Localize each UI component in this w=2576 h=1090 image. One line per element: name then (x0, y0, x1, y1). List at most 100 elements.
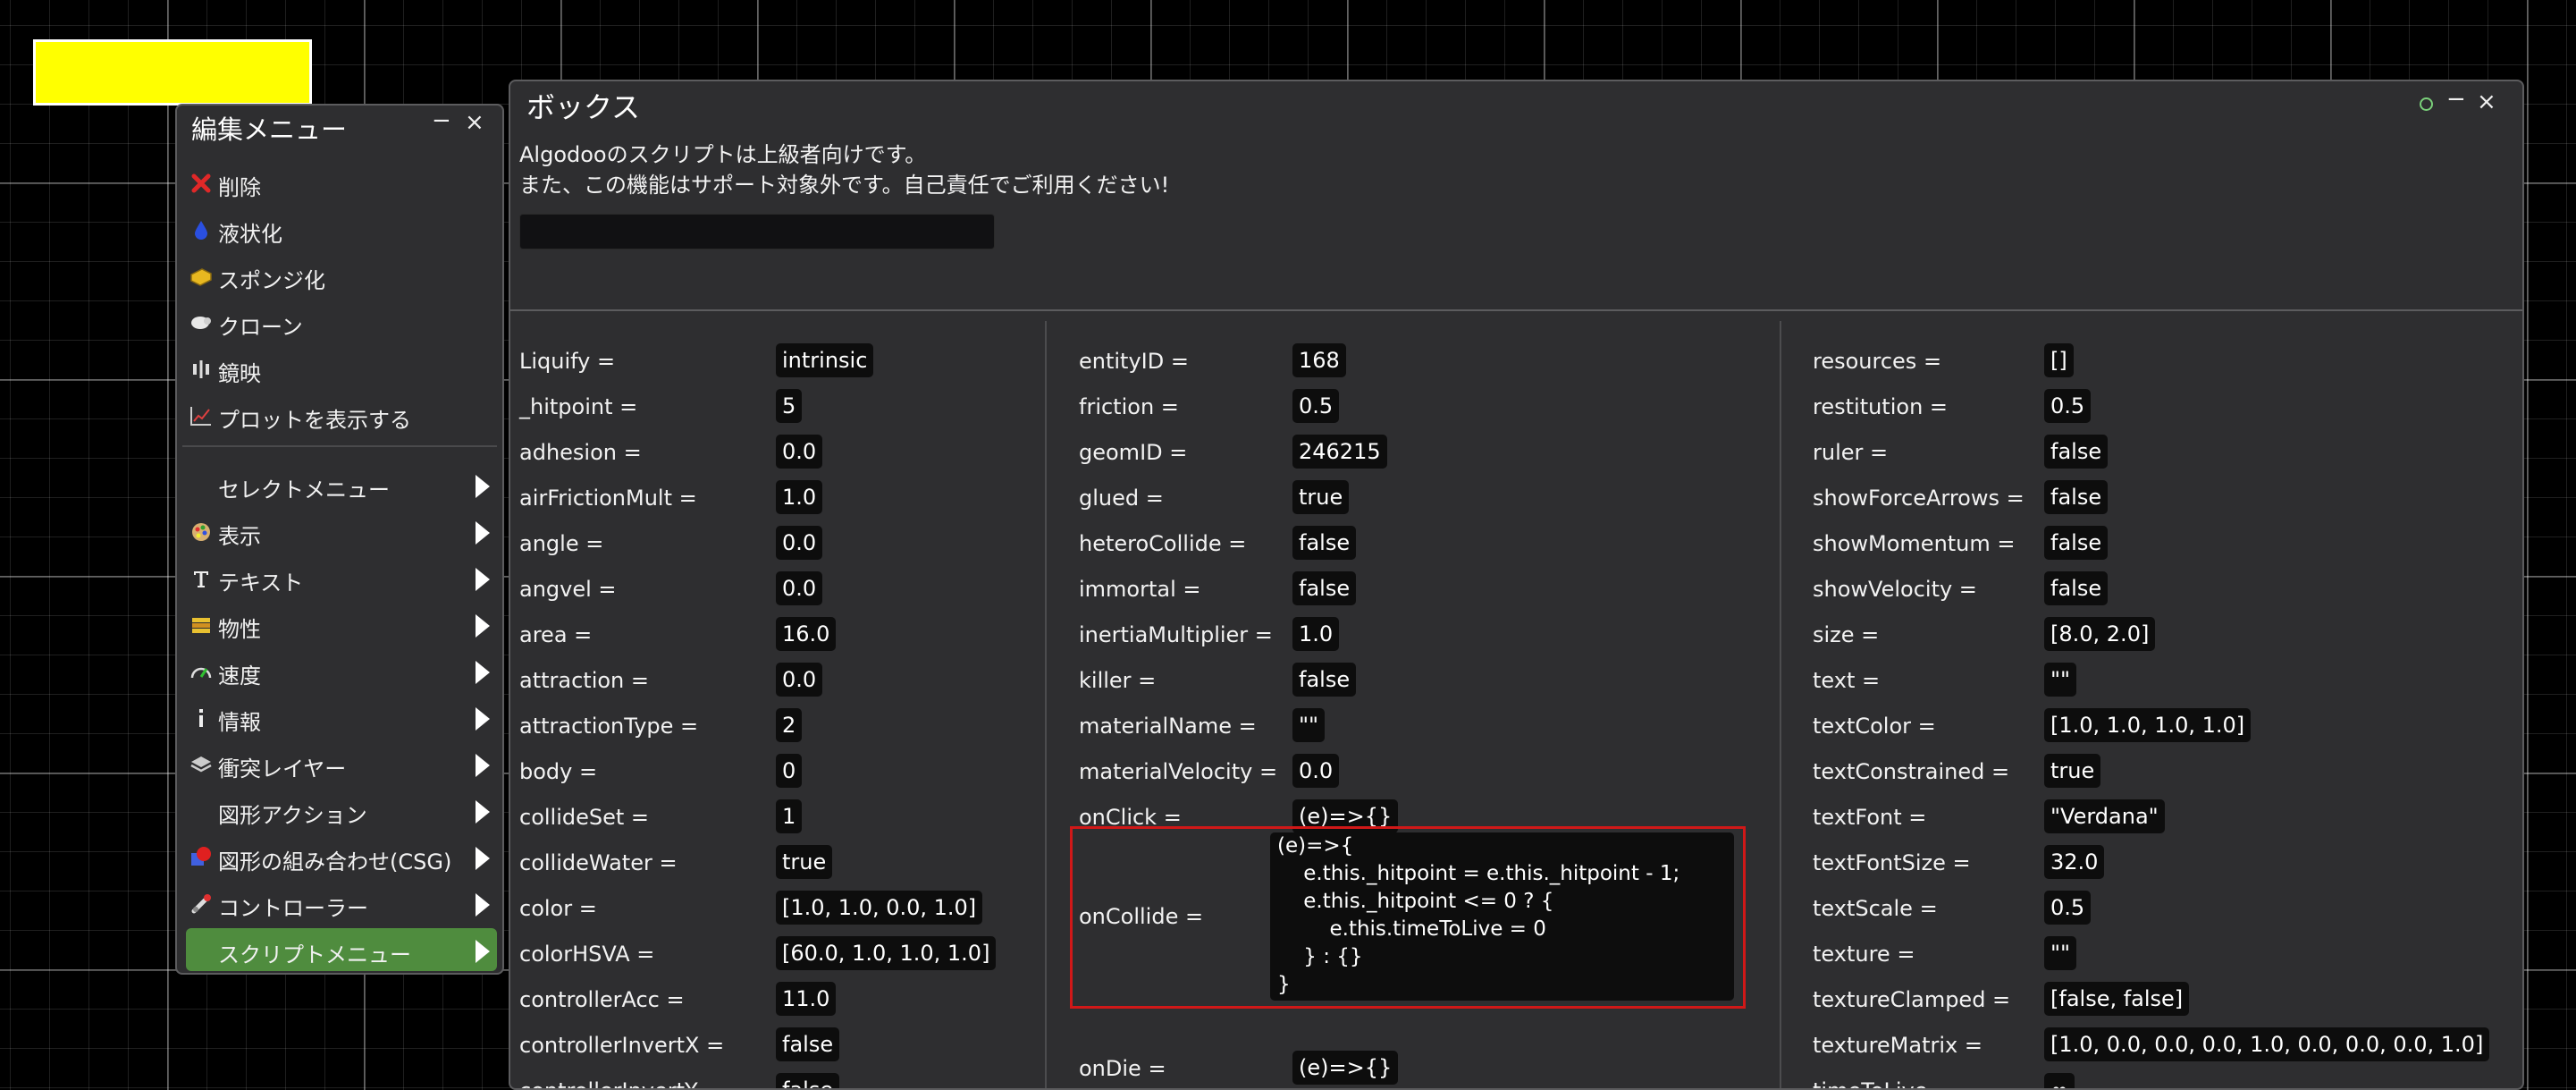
property-label: showForceArrows = (1813, 486, 2025, 511)
menu-item-label: 液状化 (218, 222, 282, 247)
property-value-field[interactable]: [8.0, 2.0] (2044, 617, 2156, 651)
property-value-field[interactable]: [1.0, 1.0, 0.0, 1.0] (776, 891, 983, 925)
menu-item-label: プロットを表示する (218, 408, 411, 433)
property-value-field[interactable]: "" (1292, 708, 1326, 742)
property-value-field[interactable]: "" (2044, 936, 2077, 970)
selected-box-object[interactable] (33, 39, 312, 106)
property-label: _hitpoint = (519, 394, 638, 419)
property-value-field[interactable]: false (1292, 663, 1357, 697)
menu-item-mirror[interactable]: 鏡映 (186, 347, 497, 390)
submenu-arrow-icon (476, 521, 490, 545)
menu-item-csg[interactable]: 図形の組み合わせ(CSG) (186, 835, 497, 878)
property-label: textConstrained = (1813, 759, 2010, 784)
property-label: text = (1813, 668, 1881, 693)
property-value-field[interactable]: "" (2044, 663, 2077, 697)
property-label: entityID = (1079, 349, 1189, 374)
script-window-title: ボックス (526, 90, 641, 124)
menu-item-delete[interactable]: 削除 (186, 161, 497, 204)
property-value-field[interactable]: 1 (776, 799, 803, 833)
submenu-arrow-icon (476, 847, 490, 870)
script-command-input[interactable] (519, 214, 995, 249)
menu-item-controller[interactable]: コントローラー (186, 882, 497, 925)
column-separator (1780, 321, 1781, 1088)
property-value-field[interactable]: 0.5 (1292, 389, 1340, 423)
oncollide-code-field[interactable]: (e)=>{ e.this._hitpoint = e.this._hitpoi… (1270, 832, 1734, 1001)
property-value-field[interactable]: false (1292, 571, 1357, 605)
property-value-field[interactable]: 5 (776, 389, 803, 423)
minimize-button[interactable]: − (432, 107, 451, 134)
property-value-field[interactable]: 168 (1292, 343, 1346, 377)
menu-item-label: セレクトメニュー (218, 477, 390, 503)
menu-item-velocity[interactable]: 速度 (186, 649, 497, 692)
menu-item-script-menu[interactable]: スクリプトメニュー (186, 928, 497, 971)
property-value-field[interactable]: [] (2044, 343, 2074, 377)
edit-menu-window: 編集メニュー − × 削除 液状化 スポンジ化 クローン 鏡映 プロットを表示す… (175, 104, 504, 975)
property-value-field[interactable]: 0.0 (776, 526, 823, 560)
property-value-field[interactable]: ∞ (2044, 1073, 2075, 1088)
menu-item-collision-layers[interactable]: 衝突レイヤー (186, 742, 497, 785)
column-separator (1045, 321, 1047, 1088)
property-value-field[interactable]: false (2044, 480, 2109, 514)
property-value-field[interactable]: 0.5 (2044, 389, 2092, 423)
menu-item-material[interactable]: 物性 (186, 603, 497, 646)
menu-item-geometry-actions[interactable]: 図形アクション (186, 789, 497, 832)
property-value-field[interactable]: 0.0 (1292, 754, 1340, 788)
property-label: resources = (1813, 349, 1942, 374)
property-value-field[interactable]: 0.0 (776, 571, 823, 605)
property-label: textFont = (1813, 805, 1927, 830)
edit-menu-title: 編集メニュー (191, 114, 348, 145)
property-value-field[interactable]: [1.0, 1.0, 1.0, 1.0] (2044, 708, 2252, 742)
property-value-field[interactable]: false (2044, 571, 2109, 605)
submenu-arrow-icon (476, 800, 490, 824)
property-value-field[interactable]: 0.0 (776, 663, 823, 697)
property-value-field[interactable]: 246215 (1292, 435, 1387, 469)
menu-item-liquify[interactable]: 液状化 (186, 207, 497, 250)
property-value-field[interactable]: 0 (776, 754, 803, 788)
property-value-field[interactable]: [1.0, 0.0, 0.0, 0.0, 1.0, 0.0, 0.0, 0.0,… (2044, 1027, 2490, 1061)
property-value-field[interactable]: 2 (776, 708, 803, 742)
sponge-icon (189, 265, 213, 288)
menu-item-label: スクリプトメニュー (218, 942, 411, 967)
menu-item-sponge[interactable]: スポンジ化 (186, 254, 497, 297)
property-label: attractionType = (519, 714, 699, 739)
property-value-field[interactable]: false (2044, 435, 2109, 469)
property-value-field[interactable]: false (2044, 526, 2109, 560)
menu-item-text[interactable]: テキスト (186, 556, 497, 599)
property-label: onDie = (1079, 1056, 1166, 1081)
info-icon (189, 706, 213, 730)
csg-shapes-icon (189, 846, 213, 869)
clone-sheep-icon (189, 311, 213, 334)
submenu-arrow-icon (476, 661, 490, 684)
property-value-field[interactable]: intrinsic (776, 343, 874, 377)
property-value-field[interactable]: 1.0 (776, 480, 823, 514)
close-button[interactable]: × (2477, 89, 2496, 115)
property-label: controllerAcc = (519, 987, 685, 1012)
property-value-field[interactable]: (e)=>{} (1292, 1051, 1399, 1085)
menu-item-appearance[interactable]: 表示 (186, 510, 497, 553)
pin-icon[interactable] (2420, 97, 2433, 111)
property-value-field[interactable]: false (776, 1027, 840, 1061)
property-value-field[interactable]: 32.0 (2044, 845, 2105, 879)
property-value-field[interactable]: [60.0, 1.0, 1.0, 1.0] (776, 936, 997, 970)
property-value-field[interactable]: [false, false] (2044, 982, 2190, 1016)
property-label: heteroCollide = (1079, 531, 1247, 556)
property-label: showVelocity = (1813, 577, 1977, 602)
property-value-field[interactable]: true (2044, 754, 2101, 788)
property-value-field[interactable]: 0.0 (776, 435, 823, 469)
property-value-field[interactable]: "Verdana" (2044, 799, 2165, 833)
close-button[interactable]: × (465, 109, 484, 136)
property-value-field[interactable]: false (1292, 526, 1357, 560)
menu-item-select-menu[interactable]: セレクトメニュー (186, 463, 497, 506)
property-value-field[interactable]: 11.0 (776, 982, 837, 1016)
menu-item-show-plot[interactable]: プロットを表示する (186, 393, 497, 436)
menu-item-clone[interactable]: クローン (186, 300, 497, 343)
property-value-field[interactable]: 0.5 (2044, 891, 2092, 925)
property-value-field[interactable]: 16.0 (776, 617, 837, 651)
minimize-button[interactable]: − (2446, 86, 2466, 113)
plot-chart-icon (189, 404, 213, 427)
property-value-field[interactable]: true (1292, 480, 1350, 514)
property-value-field[interactable]: true (776, 845, 833, 879)
property-value-field[interactable]: false (776, 1073, 840, 1088)
property-value-field[interactable]: 1.0 (1292, 617, 1340, 651)
menu-item-info[interactable]: 情報 (186, 696, 497, 739)
